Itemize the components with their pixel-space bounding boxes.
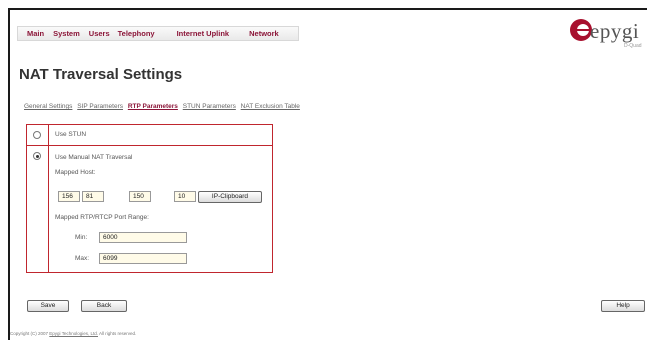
nav-system[interactable]: System: [53, 29, 80, 38]
tab-general-settings[interactable]: General Settings: [24, 103, 72, 110]
company-link[interactable]: Epygi Technologies, Ltd.: [49, 331, 98, 336]
tab-sip-parameters[interactable]: SIP Parameters: [77, 103, 123, 110]
min-label: Min:: [75, 234, 88, 241]
logo-brand: epygi: [590, 19, 640, 43]
mapped-host-octet-3[interactable]: 150: [129, 191, 151, 202]
manual-nat-radio-cell: [27, 146, 49, 272]
stun-radio-cell: [27, 125, 49, 145]
use-stun-label: Use STUN: [55, 131, 87, 138]
mapped-host-octet-2[interactable]: 81: [82, 191, 104, 202]
help-button[interactable]: Help: [601, 300, 645, 312]
nav-main[interactable]: Main: [27, 29, 44, 38]
copyright-footer: Copyright (C) 2007 Epygi Technologies, L…: [10, 331, 136, 336]
top-nav: Main System Users Telephony Internet Upl…: [17, 26, 299, 41]
port-min-input[interactable]: 6000: [99, 232, 187, 243]
epygi-logo: epygi D-Quad: [568, 17, 646, 49]
manual-nat-label: Use Manual NAT Traversal: [55, 154, 133, 161]
nav-network[interactable]: Network: [249, 29, 279, 38]
settings-tabs: General Settings SIP Parameters RTP Para…: [24, 103, 303, 110]
page-title: NAT Traversal Settings: [19, 66, 183, 83]
copyright-suffix: All rights reserved.: [99, 331, 137, 336]
nav-telephony[interactable]: Telephony: [118, 29, 155, 38]
tab-nat-exclusion-table[interactable]: NAT Exclusion Table: [241, 103, 300, 110]
mapped-host-octet-1[interactable]: 156: [58, 191, 80, 202]
save-button[interactable]: Save: [27, 300, 69, 312]
mapped-host-label: Mapped Host:: [55, 169, 96, 176]
mapped-host-octet-4[interactable]: 10: [174, 191, 196, 202]
back-button[interactable]: Back: [81, 300, 127, 312]
tab-rtp-parameters[interactable]: RTP Parameters: [128, 103, 178, 110]
tab-stun-parameters[interactable]: STUN Parameters: [183, 103, 236, 110]
manual-nat-option-box: Use Manual NAT Traversal Mapped Host: 15…: [26, 145, 273, 273]
max-label: Max:: [75, 255, 90, 262]
stun-option-box: Use STUN: [26, 124, 273, 146]
nav-internet-uplink[interactable]: Internet Uplink: [177, 29, 230, 38]
ip-clipboard-button[interactable]: IP-Clipboard: [198, 191, 262, 203]
port-range-label: Mapped RTP/RTCP Port Range:: [55, 214, 149, 221]
nav-users[interactable]: Users: [89, 29, 110, 38]
logo-sub: D-Quad: [624, 43, 642, 49]
copyright-prefix: Copyright (C) 2007: [10, 331, 49, 336]
port-max-input[interactable]: 6099: [99, 253, 187, 264]
use-manual-nat-radio[interactable]: [33, 152, 41, 160]
use-stun-radio[interactable]: [33, 131, 41, 139]
